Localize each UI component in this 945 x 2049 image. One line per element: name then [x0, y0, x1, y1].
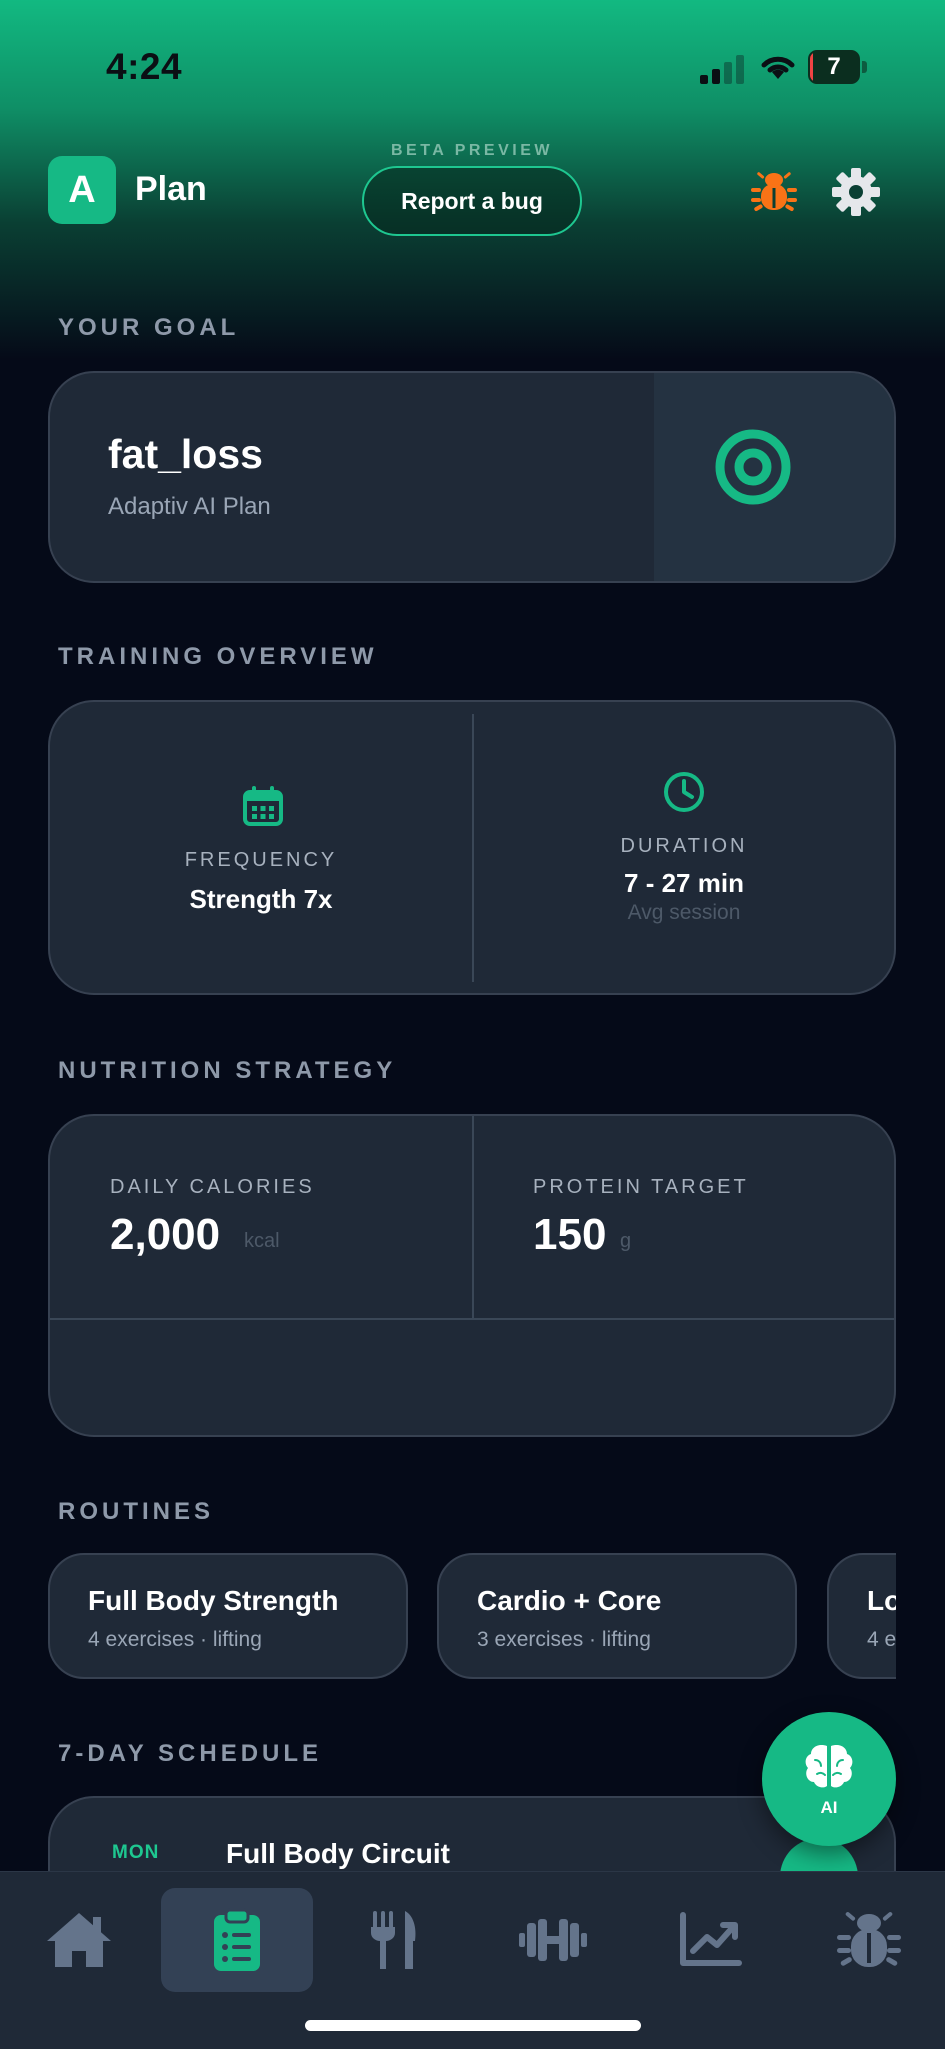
frequency-value: Strength 7x — [189, 884, 333, 914]
training-overview-card: FREQUENCY Strength 7x DURATION 7 - 27 mi… — [48, 700, 896, 995]
ai-assistant-button[interactable]: AI — [762, 1712, 896, 1846]
routines-carousel[interactable]: Full Body Strength 4 exercises · lifting… — [0, 1540, 896, 1690]
protein-target-label: PROTEIN TARGET — [533, 1176, 749, 1198]
home-indicator — [305, 2020, 641, 2031]
clock-icon — [664, 772, 704, 812]
section-title-training: TRAINING OVERVIEW — [58, 643, 378, 670]
battery-percent: 7 — [827, 53, 841, 80]
routine-card[interactable]: Cardio + Core 3 exercises · lifting — [437, 1553, 797, 1679]
nutrition-card: DAILY CALORIES 2,000 kcal PROTEIN TARGET… — [48, 1114, 896, 1437]
goal-subtitle: Adaptiv AI Plan — [108, 493, 271, 520]
section-title-schedule: 7-DAY SCHEDULE — [58, 1740, 323, 1767]
wifi-icon — [761, 56, 795, 79]
section-title-routines: ROUTINES — [58, 1498, 215, 1525]
section-title-goal: YOUR GOAL — [58, 314, 240, 341]
routine-card[interactable]: Full Body Strength 4 exercises · lifting — [48, 1553, 408, 1679]
tab-progress[interactable] — [635, 1888, 787, 1992]
duration-column: DURATION 7 - 27 min Avg session — [474, 702, 894, 993]
tab-home[interactable] — [3, 1888, 155, 1992]
ai-button-label: AI — [820, 1798, 838, 1817]
app-header: A Plan BETA PREVIEW Report a bug — [0, 130, 945, 250]
workout-dumbbell-icon — [519, 1919, 587, 1961]
beta-preview-label: BETA PREVIEW — [390, 142, 553, 159]
tab-bug-report[interactable] — [793, 1888, 945, 1992]
routine-card[interactable]: Lo 4 e — [827, 1553, 896, 1679]
duration-subtitle: Avg session — [627, 901, 741, 924]
bottom-tab-bar — [0, 1871, 945, 2049]
tab-nutrition[interactable] — [319, 1888, 471, 1992]
goal-name: fat_loss — [108, 431, 263, 477]
daily-calories-label: DAILY CALORIES — [110, 1176, 315, 1198]
app-logo: A — [48, 156, 116, 224]
settings-gear-icon[interactable] — [830, 166, 882, 218]
duration-label: DURATION — [620, 835, 748, 857]
plan-clipboard-icon — [214, 1908, 260, 1971]
home-icon — [47, 1913, 111, 1967]
bug-icon — [837, 1912, 901, 1967]
divider — [50, 1318, 894, 1320]
routine-title: Lo — [867, 1585, 896, 1616]
progress-chart-icon — [680, 1912, 742, 1966]
schedule-day: MON — [112, 1842, 160, 1863]
frequency-label: FREQUENCY — [184, 849, 338, 871]
tab-plan[interactable] — [161, 1888, 313, 1992]
divider — [472, 1116, 474, 1318]
routine-title: Full Body Strength — [88, 1585, 339, 1616]
duration-value: 7 - 27 min — [624, 868, 744, 898]
goal-card[interactable]: fat_loss Adaptiv AI Plan — [48, 371, 896, 583]
report-bug-button[interactable]: Report a bug — [362, 166, 582, 236]
status-time: 4:24 — [106, 46, 183, 87]
schedule-workout-title: Full Body Circuit — [226, 1838, 450, 1869]
goal-icon-panel — [654, 373, 894, 581]
tab-workouts[interactable] — [477, 1888, 629, 1992]
protein-target-value: 150 — [533, 1210, 607, 1259]
page-title: Plan — [135, 170, 207, 208]
frequency-column: FREQUENCY Strength 7x — [50, 702, 472, 993]
status-bar: 4:24 7 — [0, 0, 945, 130]
daily-calories-value: 2,000 — [110, 1210, 221, 1259]
routine-subtitle: 4 exercises · lifting — [88, 1628, 262, 1651]
section-title-nutrition: NUTRITION STRATEGY — [58, 1057, 397, 1084]
target-icon — [715, 429, 791, 505]
routine-title: Cardio + Core — [477, 1585, 662, 1616]
cellular-signal-icon — [700, 54, 748, 84]
routine-subtitle: 4 e — [867, 1628, 896, 1651]
routine-subtitle: 3 exercises · lifting — [477, 1628, 651, 1651]
protein-target-unit: g — [620, 1230, 632, 1252]
bug-icon[interactable] — [748, 166, 800, 218]
calendar-icon — [243, 786, 283, 826]
brain-icon — [805, 1744, 853, 1788]
nutrition-utensils-icon — [371, 1911, 416, 1969]
daily-calories-unit: kcal — [244, 1230, 280, 1252]
battery-icon: 7 — [808, 50, 868, 84]
